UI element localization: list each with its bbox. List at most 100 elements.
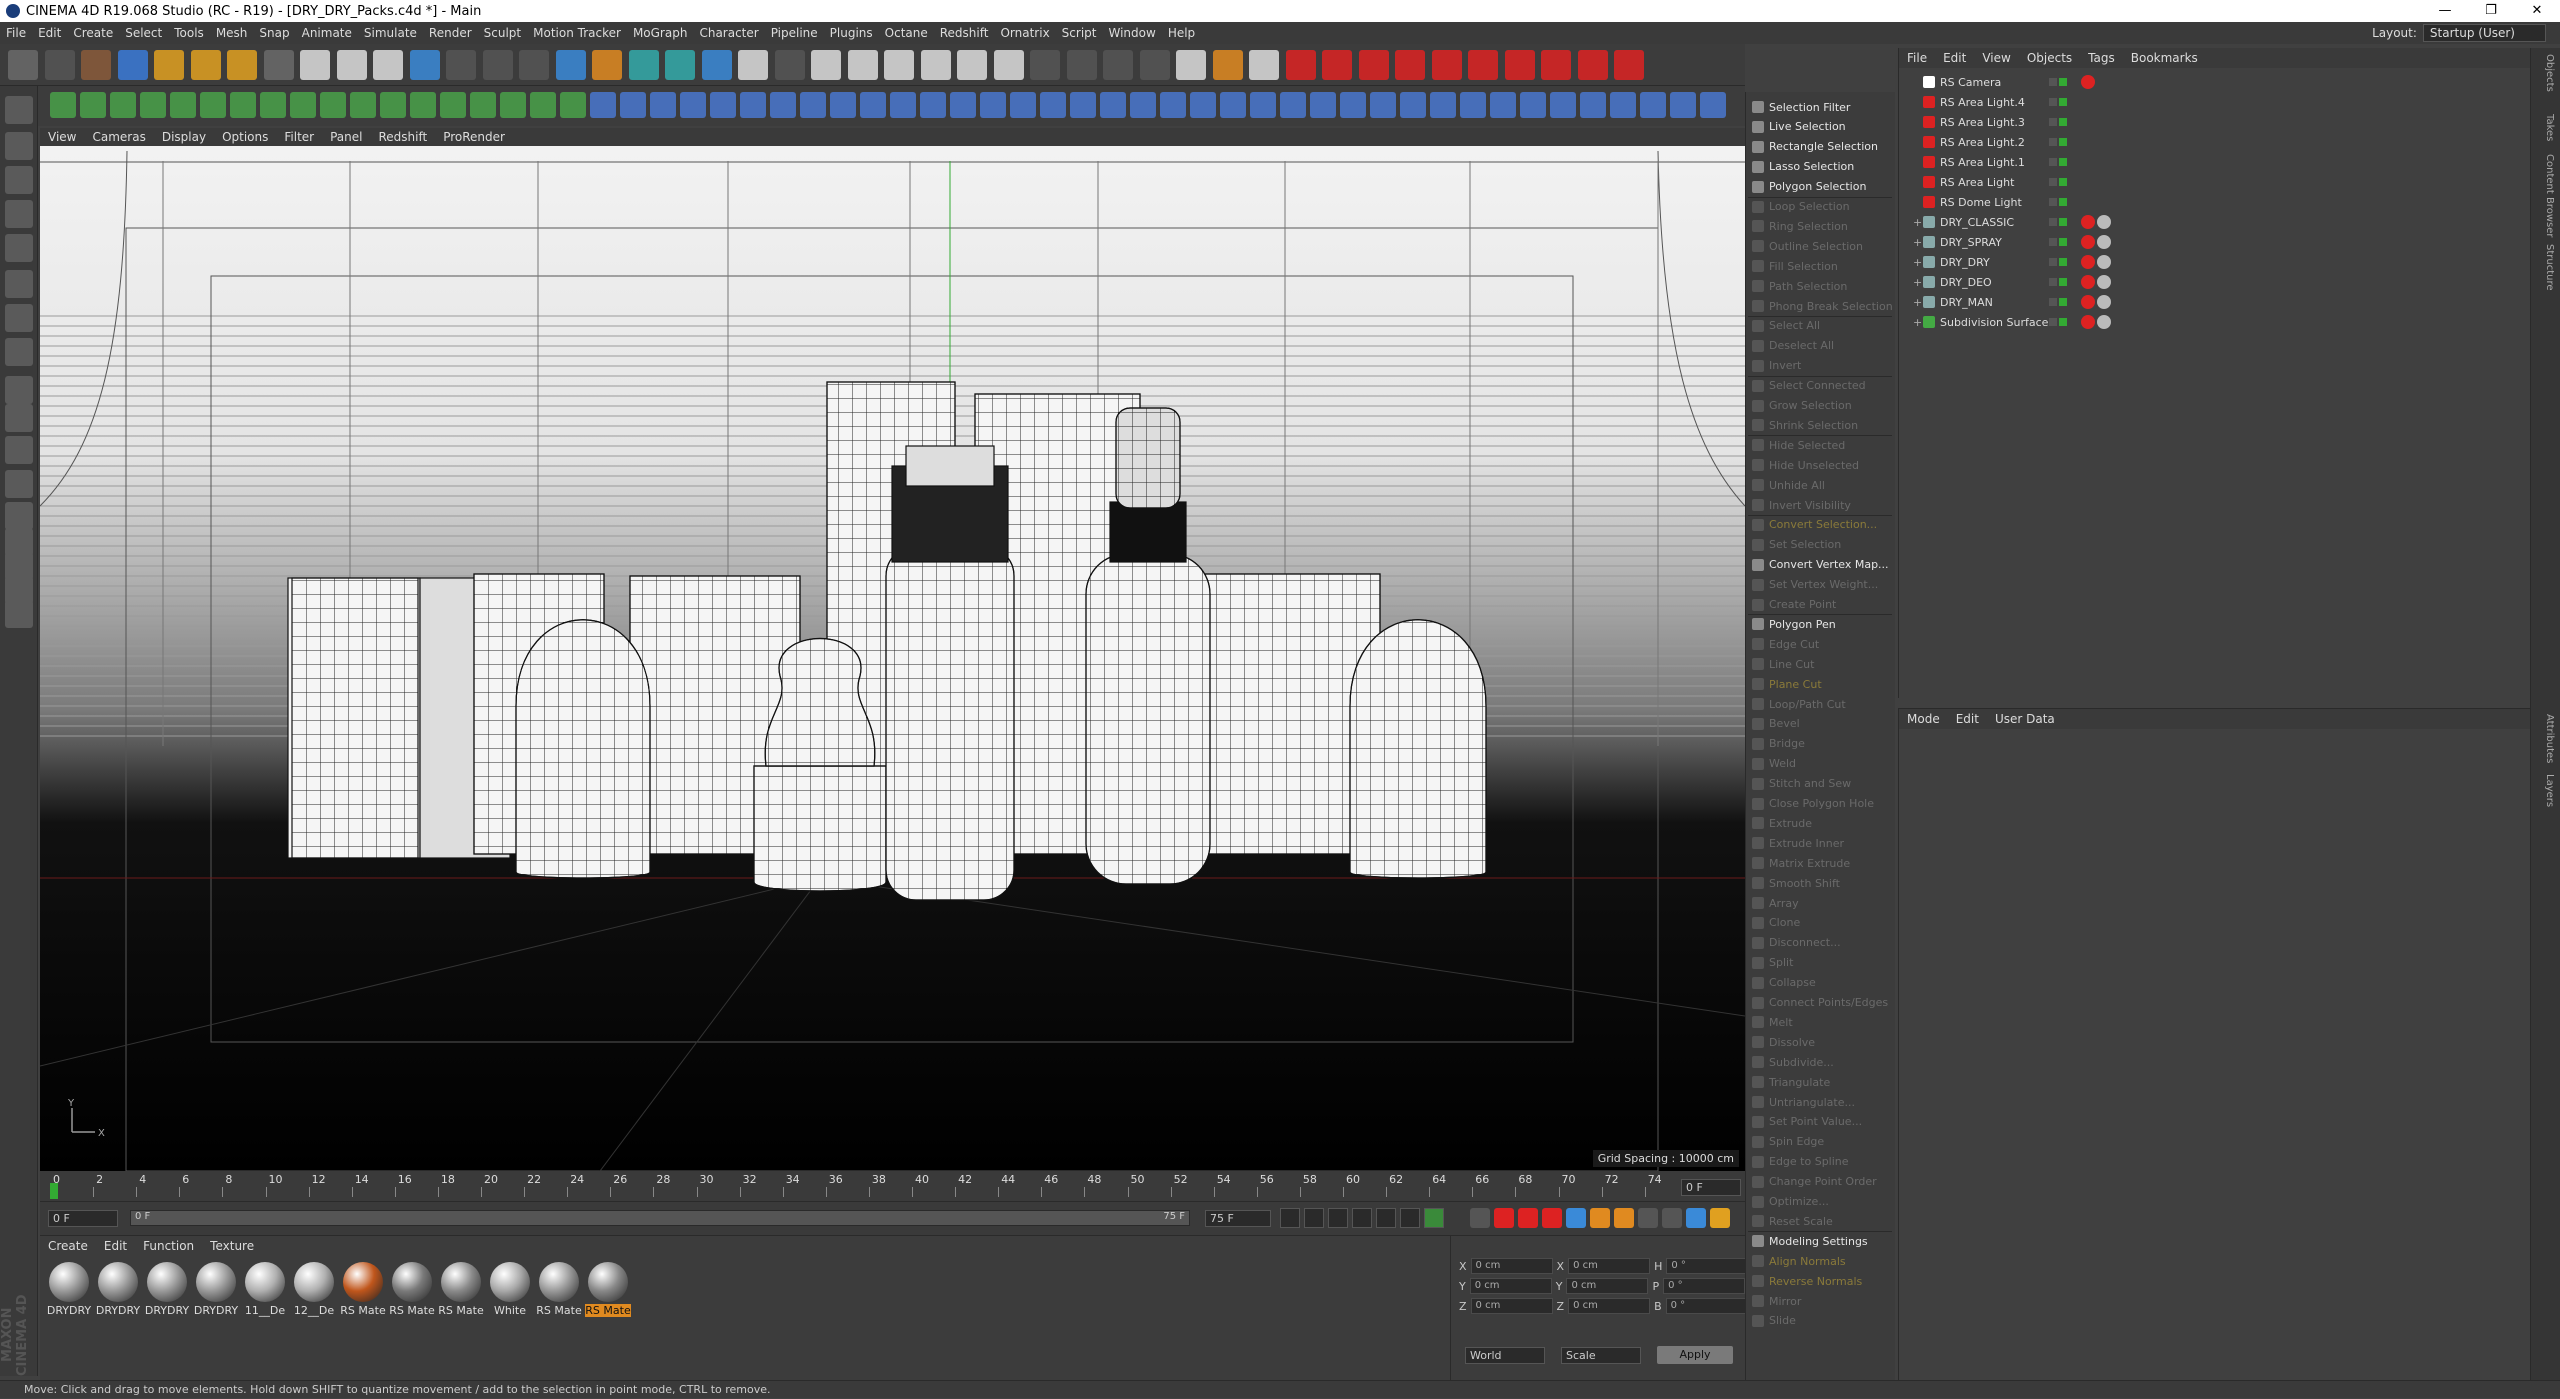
render-visibility-icon[interactable] [2059, 278, 2067, 286]
object-toolbar-icon[interactable] [1040, 92, 1066, 118]
object-toolbar-icon[interactable] [80, 92, 106, 118]
toolbar-icon[interactable] [519, 50, 549, 80]
object-toolbar-icon[interactable] [1640, 92, 1666, 118]
toolbar-icon[interactable] [1139, 50, 1170, 80]
menu-render[interactable]: Render [423, 26, 478, 40]
material-swatch[interactable]: RS Mate [340, 1262, 386, 1317]
object-toolbar-icon[interactable] [1550, 92, 1576, 118]
toolbar-icon[interactable] [44, 50, 75, 80]
keyframe-tool-icon[interactable] [1638, 1208, 1658, 1228]
toolbar-icon[interactable] [1249, 50, 1279, 80]
keyframe-tool-icon[interactable] [1470, 1208, 1490, 1228]
menu-script[interactable]: Script [1056, 26, 1103, 40]
menu-simulate[interactable]: Simulate [358, 26, 423, 40]
toolbar-icon[interactable] [227, 50, 257, 80]
material-tag-icon[interactable] [2097, 215, 2111, 229]
object-row[interactable]: RS Camera [1913, 72, 2001, 92]
object-row[interactable]: RS Dome Light [1913, 192, 2022, 212]
material-swatch[interactable]: DRYDRY [193, 1262, 239, 1317]
command-item[interactable]: Hide Selected [1748, 436, 1892, 454]
menu-mesh[interactable]: Mesh [210, 26, 254, 40]
command-item[interactable]: Phong Break Selection [1748, 297, 1892, 315]
command-item[interactable]: Ring Selection [1748, 217, 1892, 235]
viewport-menu-panel[interactable]: Panel [322, 130, 370, 144]
attribute-menu-user-data[interactable]: User Data [1987, 712, 2063, 726]
toolbar-icon[interactable] [811, 50, 841, 80]
right-tab-layers[interactable]: Layers [2537, 774, 2555, 807]
object-toolbar-icon[interactable] [680, 92, 706, 118]
command-item[interactable]: Collapse [1748, 974, 1892, 992]
command-item[interactable]: Set Vertex Weight... [1748, 576, 1892, 594]
render-visibility-icon[interactable] [2059, 298, 2067, 306]
toolbar-icon[interactable] [993, 50, 1024, 80]
command-item[interactable]: Selection Filter [1748, 98, 1892, 116]
apply-button[interactable]: Apply [1657, 1346, 1733, 1364]
object-toolbar-icon[interactable] [1010, 92, 1036, 118]
mode-icon[interactable] [5, 96, 33, 124]
command-item[interactable]: Path Selection [1748, 277, 1892, 295]
object-toolbar-icon[interactable] [1130, 92, 1156, 118]
command-item[interactable]: Plane Cut [1748, 675, 1892, 693]
command-item[interactable]: Reverse Normals [1748, 1272, 1892, 1290]
material-tag-icon[interactable] [2097, 235, 2111, 249]
object-toolbar-icon[interactable] [1580, 92, 1606, 118]
command-item[interactable]: Polygon Pen [1748, 615, 1892, 633]
keyframe-tool-icon[interactable] [1686, 1208, 1706, 1228]
start-frame-field[interactable]: 0 F [48, 1210, 118, 1227]
scale-mode-dropdown[interactable]: Scale [1561, 1347, 1641, 1364]
object-toolbar-icon[interactable] [290, 92, 316, 118]
menu-ornatrix[interactable]: Ornatrix [994, 26, 1055, 40]
command-item[interactable]: Array [1748, 894, 1892, 912]
menu-plugins[interactable]: Plugins [824, 26, 879, 40]
object-toolbar-icon[interactable] [1190, 92, 1216, 118]
command-item[interactable]: Hide Unselected [1748, 456, 1892, 474]
menu-file[interactable]: File [0, 26, 32, 40]
visibility-toggles[interactable] [2049, 112, 2067, 132]
expand-toggle[interactable]: + [1913, 276, 1923, 289]
object-toolbar-icon[interactable] [740, 92, 766, 118]
object-toolbar-icon[interactable] [770, 92, 796, 118]
material-tag-icon[interactable] [2081, 315, 2095, 329]
object-toolbar-icon[interactable] [260, 92, 286, 118]
coord-rot-field[interactable]: 0 ° [1663, 1278, 1746, 1294]
material-tag-icon[interactable] [2097, 255, 2111, 269]
object-row[interactable]: + DRY_DEO [1913, 272, 1992, 292]
material-tag-icon[interactable] [2081, 235, 2095, 249]
material-swatch[interactable]: RS Mate [438, 1262, 484, 1317]
object-toolbar-icon[interactable] [110, 92, 136, 118]
object-toolbar-icon[interactable] [350, 92, 376, 118]
menu-tools[interactable]: Tools [168, 26, 210, 40]
material-swatch[interactable]: DRYDRY [46, 1262, 92, 1317]
material-menu-texture[interactable]: Texture [202, 1239, 262, 1253]
render-visibility-icon[interactable] [2059, 258, 2067, 266]
toolbar-icon[interactable] [154, 50, 184, 80]
command-item[interactable]: Select All [1748, 317, 1892, 335]
command-item[interactable]: Stitch and Sew [1748, 775, 1892, 793]
render-visibility-icon[interactable] [2059, 218, 2067, 226]
transport-button[interactable] [1328, 1208, 1348, 1228]
command-item[interactable]: Shrink Selection [1748, 416, 1892, 434]
object-toolbar-icon[interactable] [860, 92, 886, 118]
object-toolbar-icon[interactable] [920, 92, 946, 118]
right-tab-structure[interactable]: Structure [2537, 244, 2555, 291]
keyframe-tool-icon[interactable] [1614, 1208, 1634, 1228]
viewport-menu-filter[interactable]: Filter [276, 130, 322, 144]
render-visibility-icon[interactable] [2059, 158, 2067, 166]
object-toolbar-icon[interactable] [1670, 92, 1696, 118]
object-toolbar-icon[interactable] [320, 92, 346, 118]
render-visibility-icon[interactable] [2059, 98, 2067, 106]
toolbar-icon[interactable] [1395, 50, 1425, 80]
object-toolbar-icon[interactable] [500, 92, 526, 118]
toolbar-icon[interactable] [884, 50, 914, 80]
editor-visibility-icon[interactable] [2049, 218, 2057, 226]
layout-dropdown[interactable]: Startup (User) [2422, 24, 2546, 42]
expand-toggle[interactable]: + [1913, 216, 1923, 229]
editor-visibility-icon[interactable] [2049, 138, 2057, 146]
object-toolbar-icon[interactable] [1250, 92, 1276, 118]
object-toolbar-icon[interactable] [950, 92, 976, 118]
mode-icon[interactable] [5, 376, 33, 404]
coord-pos-field[interactable]: 0 cm [1470, 1258, 1553, 1274]
object-menu-objects[interactable]: Objects [2019, 51, 2080, 65]
object-toolbar-icon[interactable] [1280, 92, 1306, 118]
command-item[interactable]: Line Cut [1748, 655, 1892, 673]
